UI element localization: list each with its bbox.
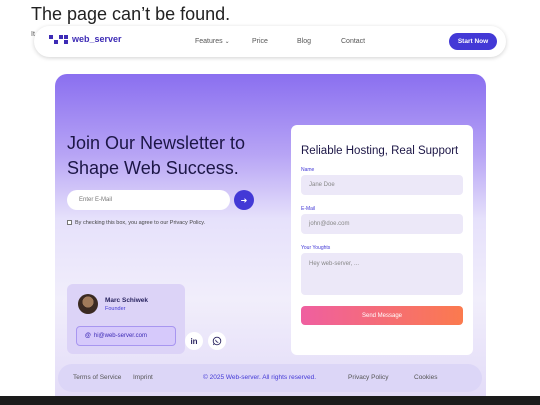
form-title: Reliable Hosting, Real Support xyxy=(301,145,459,157)
nav-features[interactable]: Features ⌄ xyxy=(195,38,230,45)
nav-features-label: Features xyxy=(195,38,223,45)
privacy-checkbox[interactable] xyxy=(67,220,72,225)
newsletter-submit-button[interactable]: ➜ xyxy=(234,190,254,210)
nav-price[interactable]: Price xyxy=(252,38,268,45)
contact-name: Marc Schiwek xyxy=(105,297,148,304)
chevron-down-icon: ⌄ xyxy=(224,39,230,45)
contact-email: hi@web-server.com xyxy=(93,333,147,339)
contact-role: Founder xyxy=(105,306,126,312)
start-now-button[interactable]: Start Now xyxy=(449,33,497,50)
newsletter-email-input[interactable]: Enter E-Mail xyxy=(67,190,230,210)
arrow-right-icon: ➜ xyxy=(240,195,248,205)
contact-form: Reliable Hosting, Real Support Name Jane… xyxy=(291,125,473,355)
brand-logo[interactable]: web_server xyxy=(49,34,122,44)
whatsapp-icon[interactable] xyxy=(208,332,226,350)
footer-copyright: © 2025 Web-server. All rights reserved. xyxy=(203,374,317,381)
email-label: E-Mail xyxy=(301,206,316,212)
thoughts-textarea[interactable]: Hey web-server, ... xyxy=(301,253,463,295)
footer-cookies[interactable]: Cookies xyxy=(414,374,437,381)
brand-name: web_server xyxy=(72,34,122,44)
navbar: web_server Features ⌄ Price Blog Contact… xyxy=(34,26,506,57)
avatar xyxy=(78,294,98,314)
footer-privacy[interactable]: Privacy Policy xyxy=(348,374,388,381)
taskbar xyxy=(0,396,540,405)
error-title: The page can’t be found. xyxy=(31,4,231,24)
logo-icon xyxy=(49,34,68,44)
email-field[interactable]: john@doe.com xyxy=(301,214,463,234)
footer: Terms of Service Imprint © 2025 Web-serv… xyxy=(58,364,482,392)
nav-contact[interactable]: Contact xyxy=(341,38,365,45)
nav-blog[interactable]: Blog xyxy=(297,38,311,45)
at-icon: @ xyxy=(85,333,91,339)
footer-imprint[interactable]: Imprint xyxy=(133,374,153,381)
footer-terms[interactable]: Terms of Service xyxy=(73,374,121,381)
contact-card: Marc Schiwek Founder @ hi@web-server.com xyxy=(67,284,185,354)
name-label: Name xyxy=(301,167,315,173)
privacy-consent: By checking this box, you agree to our P… xyxy=(67,220,217,227)
linkedin-icon[interactable]: in xyxy=(185,332,203,350)
contact-email-link[interactable]: @ hi@web-server.com xyxy=(76,326,176,346)
privacy-text: By checking this box, you agree to our P… xyxy=(75,220,206,226)
send-message-button[interactable]: Send Message xyxy=(301,306,463,325)
name-field[interactable]: Jane Doe xyxy=(301,175,463,195)
thoughts-label: Your Youghts xyxy=(301,245,331,251)
hero-title: Join Our Newsletter to Shape Web Success… xyxy=(67,133,246,178)
newsletter-section: Join Our Newsletter to Shape Web Success… xyxy=(55,74,486,396)
